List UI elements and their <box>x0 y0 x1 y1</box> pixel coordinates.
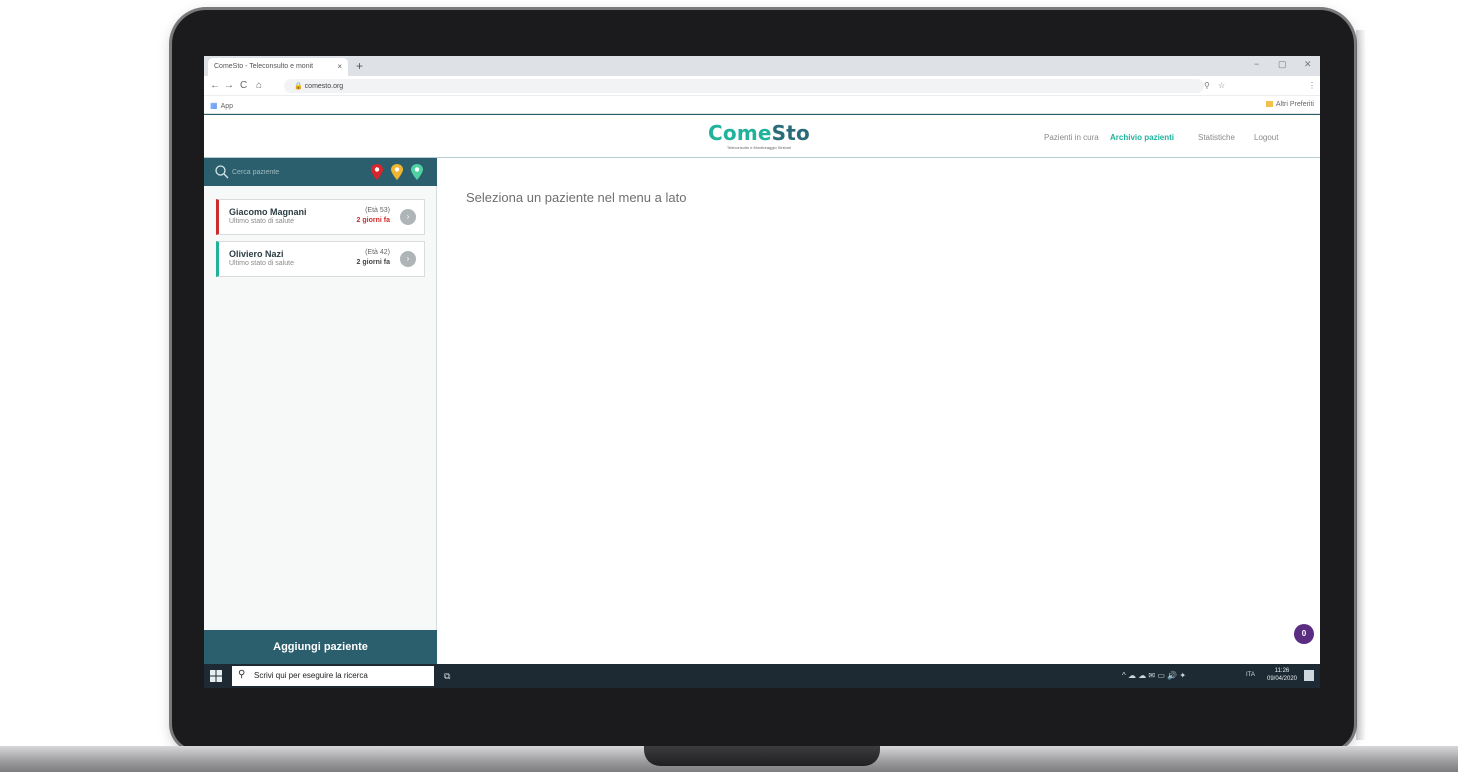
logo-sto: Sto <box>771 121 810 145</box>
chat-badge[interactable]: 0 <box>1294 624 1314 644</box>
system-clock[interactable]: 11:26 09/04/2020 <box>1262 667 1302 683</box>
bookmark-other-label: Altri Preferiti <box>1275 101 1314 108</box>
green-filter-pin-icon[interactable] <box>410 163 424 181</box>
red-filter-pin-icon[interactable] <box>370 163 384 181</box>
apps-grid-icon: ▦ <box>210 101 218 110</box>
bookmarks-bar: ▦ App Altri Preferiti <box>204 96 1320 114</box>
search-icon <box>215 165 229 179</box>
tab-title: ComeSto - Teleconsulto e monit <box>214 63 314 70</box>
patient-card-oliviero-nazi[interactable]: Oliviero Nazi Ultimo stato di salute (Et… <box>216 241 425 277</box>
logo-come: Come <box>708 121 772 145</box>
patient-last-update: 2 giorni fa <box>356 217 390 224</box>
nav-pazienti-in-cura[interactable]: Pazienti in cura <box>1044 133 1099 142</box>
patient-age: (Età 42) <box>365 249 390 256</box>
logo-subtitle: Teleconsulto e Monitoraggio Sintomi <box>726 145 792 150</box>
browser-address-row: ← → C ⌂ 🔒 comesto.org ⚲ ☆ ⋮ <box>204 76 1320 96</box>
tab-close-icon[interactable]: × <box>337 62 342 71</box>
bookmark-other[interactable]: Altri Preferiti <box>1265 101 1314 108</box>
minimize-icon[interactable]: − <box>1254 59 1259 69</box>
windows-start-icon[interactable] <box>210 670 222 682</box>
nav-statistiche[interactable]: Statistiche <box>1198 133 1235 142</box>
language-indicator[interactable]: ITA <box>1246 672 1255 678</box>
bookmark-apps-label: App <box>220 103 234 110</box>
add-patient-button[interactable]: Aggiungi paziente <box>204 630 437 664</box>
browser-tab[interactable]: ComeSto - Teleconsulto e monit × <box>208 58 348 76</box>
lock-icon: 🔒 <box>294 83 305 90</box>
back-icon[interactable]: ← <box>210 80 220 91</box>
menu-dots-icon[interactable]: ⋮ <box>1308 81 1316 90</box>
patient-age: (Età 53) <box>365 207 390 214</box>
patient-sidebar: Giacomo Magnani Ultimo stato di salute (… <box>204 158 437 664</box>
patient-status-label: Ultimo stato di salute <box>229 260 294 267</box>
patient-name: Giacomo Magnani <box>229 207 307 217</box>
comesto-logo[interactable]: ComeSto Teleconsulto e Monitoraggio Sint… <box>684 121 834 150</box>
system-tray-icons[interactable]: ^ ☁ ☁ ✉ ▭ 🔊 ✦ <box>1122 671 1186 680</box>
windows-search-icon: ⚲ <box>238 669 246 680</box>
search-patient-input[interactable] <box>232 166 352 178</box>
nav-logout[interactable]: Logout <box>1254 133 1278 142</box>
restore-icon[interactable]: ▢ <box>1278 59 1287 70</box>
clock-date: 09/04/2020 <box>1266 676 1298 682</box>
folder-icon <box>1265 101 1273 108</box>
app-header: ComeSto Teleconsulto e Monitoraggio Sint… <box>204 114 1320 158</box>
clock-time: 11:26 <box>1274 668 1290 674</box>
screen: ComeSto - Teleconsulto e monit × + − ▢ ✕… <box>204 56 1320 688</box>
task-view-icon[interactable]: ⧉ <box>444 671 450 682</box>
laptop-notch <box>644 746 880 766</box>
url-text: comesto.org <box>304 83 344 90</box>
url-bar[interactable]: 🔒 comesto.org <box>284 79 1204 93</box>
empty-state-message: Seleziona un paziente nel menu a lato <box>466 190 687 205</box>
notifications-icon[interactable] <box>1304 670 1314 681</box>
nav-archivio-pazienti[interactable]: Archivio pazienti <box>1110 133 1174 142</box>
browser-tabbar: ComeSto - Teleconsulto e monit × + − ▢ ✕ <box>204 56 1320 76</box>
patient-card-giacomo-magnani[interactable]: Giacomo Magnani Ultimo stato di salute (… <box>216 199 425 235</box>
windows-search-text: Scrivi qui per eseguire la ricerca <box>254 671 368 680</box>
laptop-shadow <box>1356 30 1366 740</box>
windows-taskbar: ⚲ Scrivi qui per eseguire la ricerca ⧉ ^… <box>204 664 1320 688</box>
patient-status-label: Ultimo stato di salute <box>229 218 294 225</box>
reload-icon[interactable]: C <box>240 80 247 91</box>
forward-icon[interactable]: → <box>224 80 234 91</box>
new-tab-button[interactable]: + <box>356 59 363 73</box>
bookmark-apps[interactable]: ▦ App <box>210 101 233 110</box>
search-bar <box>204 158 437 186</box>
star-icon[interactable]: ☆ <box>1218 81 1225 90</box>
patient-last-update: 2 giorni fa <box>356 259 390 266</box>
windows-search-box[interactable]: ⚲ Scrivi qui per eseguire la ricerca <box>232 666 434 686</box>
patient-name: Oliviero Nazi <box>229 249 284 259</box>
zoom-icon[interactable]: ⚲ <box>1204 81 1210 90</box>
laptop-mockup: ComeSto - Teleconsulto e monit × + − ▢ ✕… <box>0 0 1458 772</box>
yellow-filter-pin-icon[interactable] <box>390 163 404 181</box>
chevron-right-icon[interactable]: › <box>400 209 416 225</box>
chevron-right-icon[interactable]: › <box>400 251 416 267</box>
home-icon[interactable]: ⌂ <box>256 80 262 91</box>
window-close-icon[interactable]: ✕ <box>1304 59 1312 70</box>
